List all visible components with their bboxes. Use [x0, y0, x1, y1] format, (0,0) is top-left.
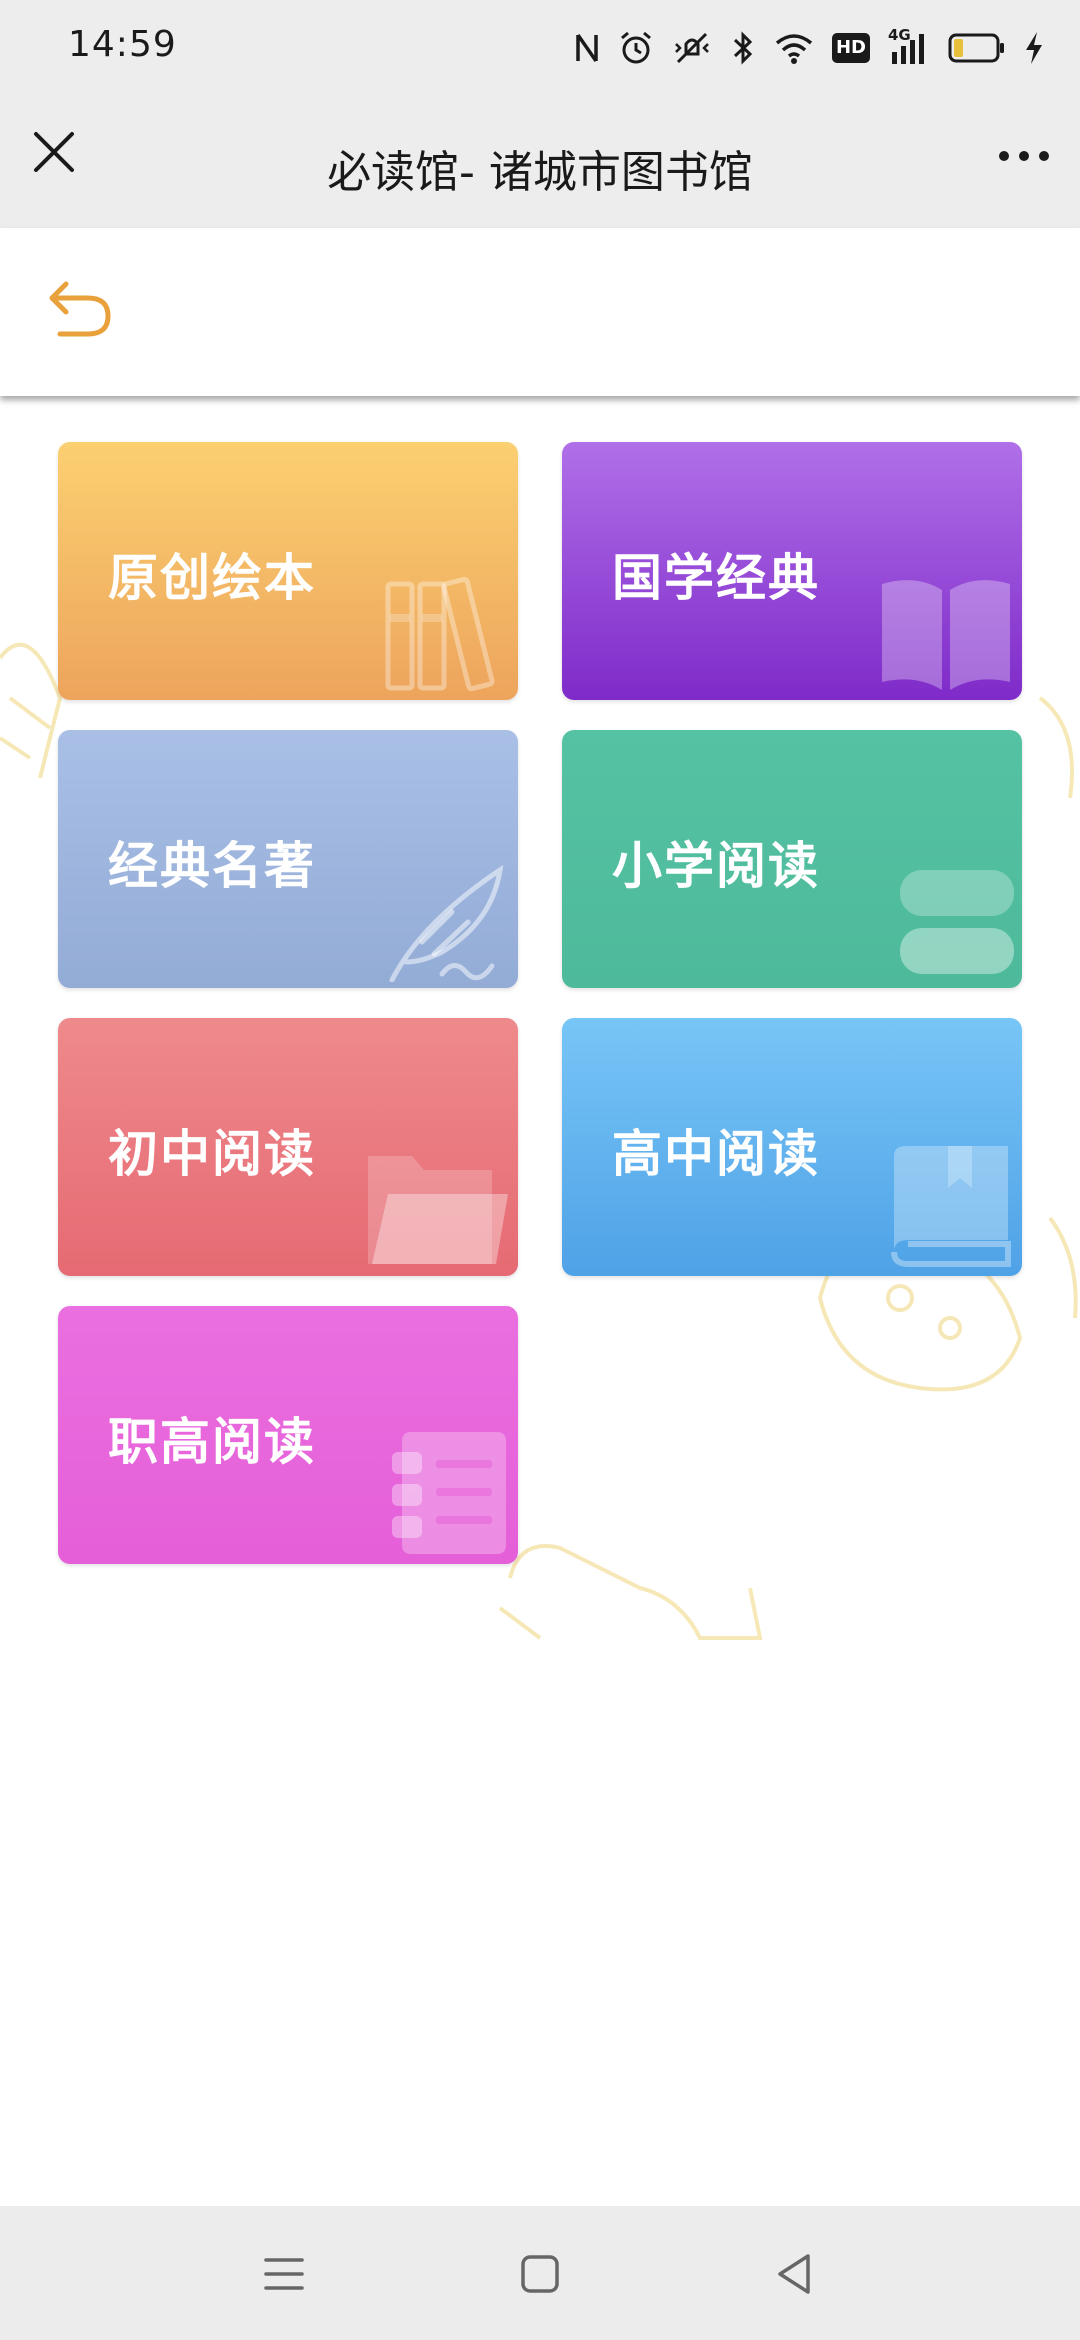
bookmarked-book-icon	[891, 1146, 1011, 1267]
tile-label: 小学阅读	[612, 837, 820, 895]
tile-label: 经典名著	[108, 837, 316, 895]
category-tile-chinese-classics[interactable]: 国学经典	[562, 442, 1022, 700]
home-square-icon	[521, 2255, 559, 2293]
status-time: 14:59	[68, 24, 177, 65]
back-nav-button[interactable]	[768, 2246, 824, 2302]
nfc-icon	[576, 34, 598, 62]
toolbar	[0, 228, 1080, 396]
books-icon	[385, 576, 495, 692]
bluetooth-icon	[733, 31, 753, 65]
more-dots-icon	[999, 151, 1049, 161]
tile-label: 高中阅读	[612, 1125, 820, 1183]
category-tile-classic-masterpieces[interactable]: 经典名著	[58, 730, 518, 988]
back-button[interactable]	[46, 274, 116, 344]
back-triangle-icon	[778, 2254, 810, 2294]
charging-icon	[1026, 32, 1042, 64]
close-icon	[34, 132, 74, 172]
page-title: 必读馆- 诸城市图书馆	[327, 147, 753, 198]
system-nav-bar	[0, 2206, 1080, 2340]
category-tile-vocational-high-reading[interactable]: 职高阅读	[58, 1306, 518, 1564]
category-tile-junior-high-reading[interactable]: 初中阅读	[58, 1018, 518, 1276]
open-book-icon	[882, 580, 1010, 690]
menu-icon	[264, 2258, 304, 2290]
tile-label: 初中阅读	[108, 1125, 316, 1183]
folder-icon	[368, 1156, 508, 1264]
more-options-button[interactable]	[996, 136, 1052, 176]
title-bar: 必读馆- 诸城市图书馆	[0, 96, 1080, 228]
status-bar: 14:59 HD 4G	[0, 0, 1080, 96]
quill-icon	[389, 864, 504, 982]
alarm-icon	[621, 31, 651, 64]
home-button[interactable]	[512, 2246, 568, 2302]
wifi-icon	[775, 34, 813, 64]
category-tile-senior-high-reading[interactable]: 高中阅读	[562, 1018, 1022, 1276]
vibrate-icon	[675, 32, 709, 64]
tile-label: 国学经典	[612, 549, 820, 607]
tile-label: 原创绘本	[108, 549, 316, 607]
tile-label: 职高阅读	[108, 1413, 316, 1471]
close-button[interactable]	[28, 126, 80, 178]
book-stack-icon	[900, 870, 1014, 974]
notebook-icon	[392, 1432, 506, 1554]
status-icons: HD 4G	[574, 26, 1044, 70]
signal-4g-icon: 4G	[888, 26, 930, 66]
battery-icon	[948, 33, 1004, 63]
content-area: 原创绘本 国学经典 经典名著 小学阅读 初中阅读 高中阅读 职高阅读	[0, 398, 1080, 2206]
hd-icon: HD	[831, 33, 870, 63]
category-tile-primary-school-reading[interactable]: 小学阅读	[562, 730, 1022, 988]
undo-arrow-icon	[49, 281, 111, 337]
category-tile-original-picture-books[interactable]: 原创绘本	[58, 442, 518, 700]
recent-apps-button[interactable]	[256, 2246, 312, 2302]
